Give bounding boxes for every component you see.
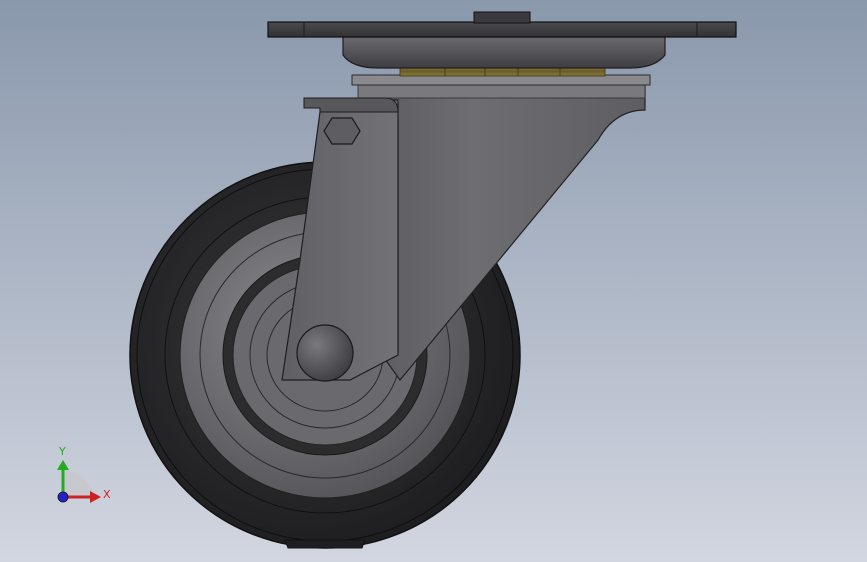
y-axis-arrow-icon (57, 460, 69, 470)
caster-model[interactable]: Y X (0, 0, 867, 562)
swivel-head[interactable] (267, 11, 737, 86)
mounting-plate (267, 21, 737, 38)
upper-race (342, 36, 666, 69)
axle-cap (296, 324, 354, 382)
tire-contact (284, 539, 366, 549)
z-axis-dot-icon (57, 491, 69, 503)
3d-viewport[interactable]: Y X (0, 0, 867, 562)
lower-race (351, 74, 651, 86)
fork-top-edge (357, 84, 646, 99)
x-axis-label: X (103, 488, 111, 501)
x-axis-arrow-icon (90, 491, 101, 503)
axis-triad: Y X (57, 445, 111, 503)
triad-arc (63, 469, 93, 497)
kingpin-head (473, 11, 531, 24)
y-axis-label: Y (58, 445, 66, 458)
hex-bolt-icon (323, 117, 361, 145)
fork-brake-tab (303, 97, 399, 113)
